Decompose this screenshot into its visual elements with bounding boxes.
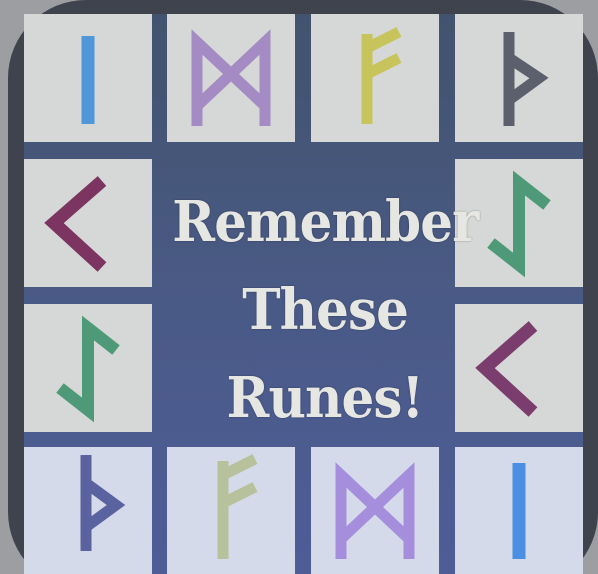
rune-tile-thurisaz[interactable] bbox=[24, 447, 152, 574]
isa-icon bbox=[512, 463, 526, 559]
rune-tile-ansuz[interactable] bbox=[167, 447, 295, 574]
game-board: Remember These Runes! bbox=[24, 14, 583, 574]
mannaz-icon bbox=[335, 462, 415, 559]
rune-tile-mannaz[interactable] bbox=[311, 447, 439, 574]
rune-tile-eihwaz[interactable] bbox=[24, 304, 152, 432]
mannaz-icon bbox=[191, 29, 271, 126]
thurisaz-icon bbox=[80, 455, 126, 551]
game-window: Remember These Runes! bbox=[0, 0, 598, 574]
eihwaz-icon bbox=[56, 315, 120, 423]
title-line-3: Runes! bbox=[226, 365, 425, 431]
rune-tile-ansuz[interactable] bbox=[311, 14, 439, 142]
rune-tile-kaunan[interactable] bbox=[24, 159, 152, 287]
rune-tile-mannaz[interactable] bbox=[167, 14, 295, 142]
rune-tile-thurisaz[interactable] bbox=[455, 14, 583, 142]
rune-tile-kaunan[interactable] bbox=[455, 304, 583, 432]
kaunan-icon bbox=[44, 176, 107, 272]
title-line-1: Remember bbox=[172, 189, 479, 255]
ansuz-icon bbox=[217, 454, 258, 559]
rune-tile-isa[interactable] bbox=[455, 447, 583, 574]
isa-icon bbox=[81, 36, 95, 124]
kaunan-icon bbox=[475, 321, 538, 417]
rune-tile-isa[interactable] bbox=[24, 14, 152, 142]
game-title: Remember These Runes! bbox=[172, 172, 479, 448]
ansuz-icon bbox=[361, 27, 402, 124]
title-line-2: These bbox=[242, 277, 409, 343]
thurisaz-icon bbox=[503, 32, 549, 126]
